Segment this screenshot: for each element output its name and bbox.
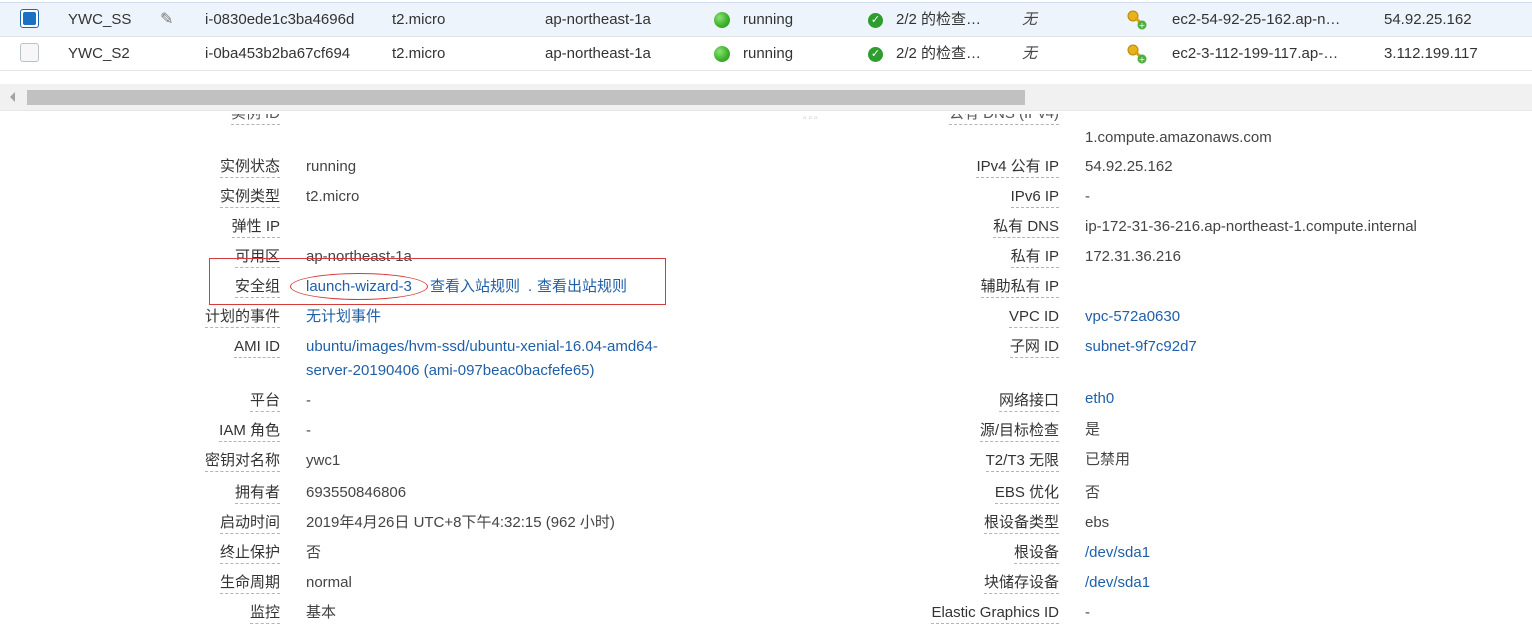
- owner-label: 拥有者: [234, 483, 280, 504]
- scrollbar-thumb[interactable]: [27, 90, 1025, 105]
- scheduled-events-link[interactable]: 无计划事件: [306, 307, 381, 327]
- instance-id: i-0830ede1c3ba4696d: [205, 11, 355, 28]
- vpc-id-link[interactable]: vpc-572a0630: [1085, 307, 1180, 327]
- key-pair-label: 密钥对名称: [204, 451, 280, 472]
- instance-state-value: running: [306, 158, 357, 175]
- ami-id-label: AMI ID: [234, 337, 280, 358]
- alarm-status: 无: [1022, 11, 1038, 28]
- ipv4-public-ip-label: IPv4 公有 IP: [976, 157, 1059, 178]
- subnet-id-link[interactable]: subnet-9f7c92d7: [1085, 337, 1197, 357]
- instance-type: t2.micro: [392, 45, 446, 62]
- instance-state: running: [743, 11, 794, 28]
- private-dns-value: ip-172-31-36-216.ap-northeast-1.compute.…: [1085, 218, 1417, 235]
- key-pair-value: ywc1: [306, 452, 341, 469]
- root-device-label: 根设备: [1013, 543, 1059, 564]
- iam-role-label: IAM 角色: [219, 421, 280, 442]
- svg-text:+: +: [1139, 21, 1146, 30]
- check-icon: ✓: [868, 37, 883, 70]
- instance-name: YWC_SS: [68, 11, 132, 28]
- availability-zone: ap-northeast-1a: [545, 11, 651, 28]
- elastic-graphics-value: -: [1085, 604, 1090, 621]
- elastic-graphics-label: Elastic Graphics ID: [931, 603, 1059, 624]
- ebs-optimized-value: 否: [1085, 484, 1101, 501]
- elastic-ip-label: 弹性 IP: [231, 217, 280, 238]
- svg-text:+: +: [1139, 55, 1146, 64]
- lifecycle-value: normal: [306, 574, 352, 591]
- ipv4-public-ip-value: 54.92.25.162: [1085, 158, 1173, 175]
- key-icon: +: [1126, 3, 1148, 36]
- public-dns: ec2-3-112-199-117.ap-…: [1172, 45, 1339, 62]
- instance-type-value: t2.micro: [306, 188, 360, 205]
- alarm-status: 无: [1022, 45, 1038, 62]
- iam-role-value: -: [306, 422, 311, 439]
- ipv6-ip-label: IPv6 IP: [1010, 187, 1059, 208]
- check-icon: ✓: [868, 3, 883, 36]
- source-dest-check-label: 源/目标检查: [979, 421, 1059, 442]
- status-checks: 2/2 的检查…: [896, 45, 982, 62]
- vpc-id-label: VPC ID: [1008, 307, 1059, 328]
- pencil-icon[interactable]: ✎: [160, 3, 173, 36]
- t2t3-unlimited-label: T2/T3 无限: [985, 451, 1059, 472]
- t2t3-unlimited-value: 已禁用: [1085, 451, 1131, 468]
- termination-protection-value: 否: [306, 544, 322, 561]
- annotation-ellipse: [290, 273, 428, 300]
- scheduled-events-label: 计划的事件: [204, 307, 280, 328]
- monitoring-value: 基本: [306, 604, 337, 621]
- network-interface-link[interactable]: eth0: [1085, 389, 1114, 409]
- launch-time-value: 2019年4月26日 UTC+8下午4:32:15 (962 小时): [306, 514, 615, 531]
- private-ip-label: 私有 IP: [1010, 247, 1059, 268]
- public-ip: 54.92.25.162: [1384, 11, 1472, 28]
- block-devices-link[interactable]: /dev/sda1: [1085, 573, 1150, 593]
- owner-value: 693550846806: [306, 484, 407, 501]
- platform-label: 平台: [249, 391, 280, 412]
- running-status-icon: [714, 37, 730, 70]
- row-checkbox[interactable]: [20, 9, 39, 28]
- launch-time-label: 启动时间: [219, 513, 280, 534]
- secondary-private-ip-label: 辅助私有 IP: [980, 277, 1059, 298]
- row-checkbox[interactable]: [20, 43, 39, 62]
- lifecycle-label: 生命周期: [219, 573, 280, 594]
- private-dns-label: 私有 DNS: [993, 217, 1059, 238]
- public-dns-value-cont: 1.compute.amazonaws.com: [1085, 129, 1272, 146]
- public-ip: 3.112.199.117: [1384, 45, 1478, 62]
- network-interface-label: 网络接口: [998, 391, 1059, 412]
- public-dns: ec2-54-92-25-162.ap-n…: [1172, 11, 1341, 28]
- scroll-left-icon[interactable]: [10, 92, 15, 102]
- ami-id-link-line1[interactable]: ubuntu/images/hvm-ssd/ubuntu-xenial-16.0…: [306, 337, 658, 357]
- platform-value: -: [306, 392, 311, 409]
- key-icon: +: [1126, 37, 1148, 70]
- root-device-type-label: 根设备类型: [983, 513, 1059, 534]
- subnet-id-label: 子网 ID: [1009, 337, 1059, 358]
- instance-type-label: 实例类型: [219, 187, 280, 208]
- private-ip-value: 172.31.36.216: [1085, 248, 1181, 265]
- monitoring-label: 监控: [249, 603, 280, 624]
- instance-name: YWC_S2: [68, 45, 130, 62]
- instance-state: running: [743, 45, 794, 62]
- availability-zone: ap-northeast-1a: [545, 45, 651, 62]
- root-device-link[interactable]: /dev/sda1: [1085, 543, 1150, 563]
- block-devices-label: 块储存设备: [983, 573, 1059, 594]
- ami-id-link-line2[interactable]: server-20190406 (ami-097beac0bacfefe65): [306, 361, 595, 381]
- instance-state-label: 实例状态: [219, 157, 280, 178]
- pane-resize-handle[interactable]: ▫▫▫: [803, 113, 820, 124]
- instance-type: t2.micro: [392, 11, 446, 28]
- running-status-icon: [714, 3, 730, 36]
- table-row[interactable]: YWC_SS ✎ i-0830ede1c3ba4696d t2.micro ap…: [0, 2, 1532, 37]
- termination-protection-label: 终止保护: [219, 543, 280, 564]
- instance-id: i-0ba453b2ba67cf694: [205, 45, 351, 62]
- horizontal-scrollbar[interactable]: [0, 84, 1532, 111]
- ipv6-ip-value: -: [1085, 188, 1090, 205]
- ebs-optimized-label: EBS 优化: [994, 483, 1059, 504]
- status-checks: 2/2 的检查…: [896, 11, 982, 28]
- table-row[interactable]: YWC_S2 i-0ba453b2ba67cf694 t2.micro ap-n…: [0, 37, 1532, 71]
- root-device-type-value: ebs: [1085, 514, 1110, 531]
- annotation-rectangle: [209, 258, 666, 305]
- source-dest-check-value: 是: [1085, 421, 1101, 438]
